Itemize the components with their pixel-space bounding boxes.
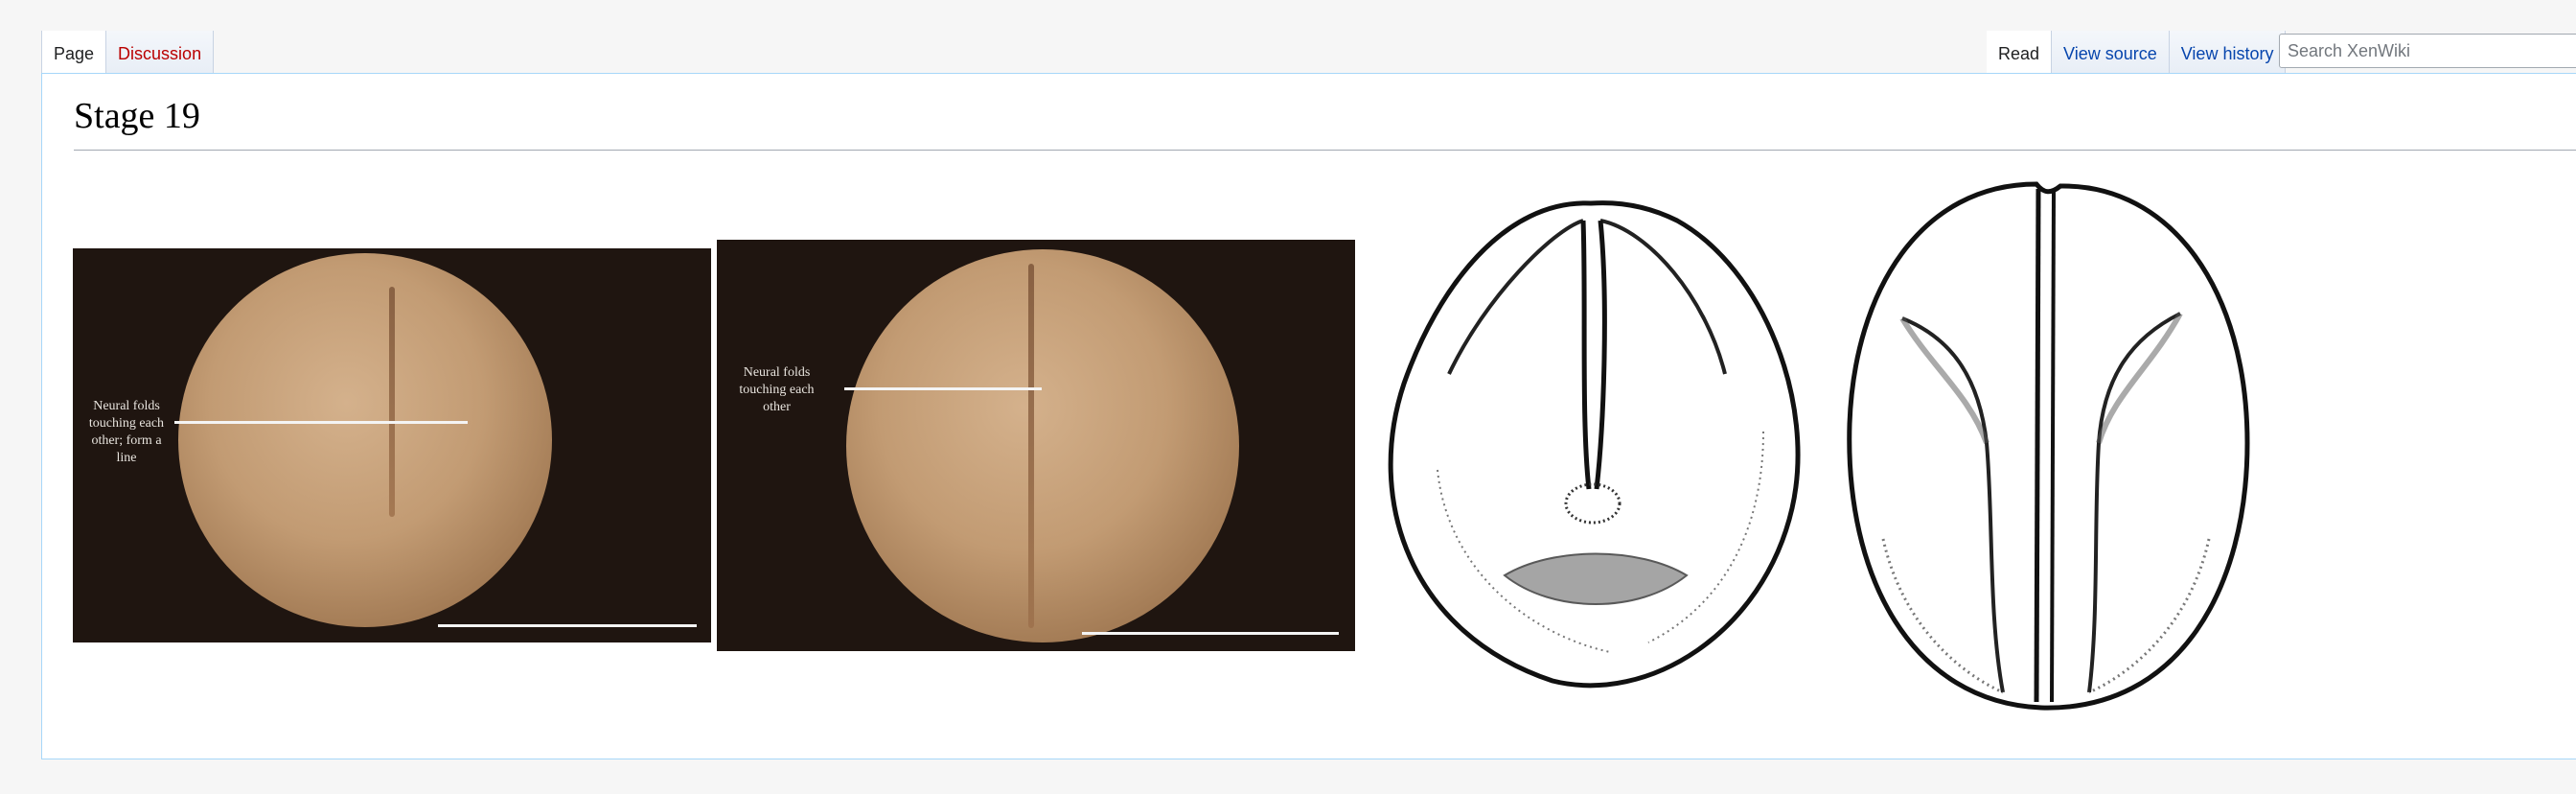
embryo-drawing-posterior	[1361, 182, 1821, 695]
embryo-outline-drawing	[1847, 181, 2250, 711]
neural-line	[389, 287, 395, 517]
embryo-photo-2: Neural folds touching each other	[717, 240, 1355, 651]
tab-read[interactable]: Read	[1987, 31, 2053, 73]
annotation-pointer	[844, 387, 1042, 390]
tab-page[interactable]: Page	[41, 31, 107, 73]
view-tabs: Read View source View history	[1987, 31, 2287, 73]
annotation-label: Neural folds touching each other	[739, 365, 815, 414]
tab-view-history[interactable]: View history	[2169, 31, 2287, 73]
annotation-label: Neural folds touching each other; form a…	[88, 399, 165, 465]
neural-line	[1028, 264, 1034, 628]
wiki-page: Page Discussion Read View source View hi…	[0, 0, 2576, 794]
scale-bar	[438, 624, 697, 627]
embryo-drawing-dorsal	[1826, 175, 2262, 726]
scale-bar	[1082, 632, 1339, 635]
embryo-photo-1: Neural folds touching each other; form a…	[73, 248, 711, 642]
embryo-sphere	[178, 253, 552, 627]
tab-view-source[interactable]: View source	[2052, 31, 2170, 73]
tab-discussion[interactable]: Discussion	[106, 31, 215, 73]
search-input[interactable]	[2279, 34, 2576, 68]
embryo-outline-drawing	[1388, 200, 1801, 689]
annotation-pointer	[174, 421, 468, 424]
title-divider	[74, 150, 2576, 151]
page-tabs: Page Discussion	[41, 31, 215, 73]
page-title: Stage 19	[74, 96, 200, 136]
embryo-sphere	[846, 249, 1239, 642]
